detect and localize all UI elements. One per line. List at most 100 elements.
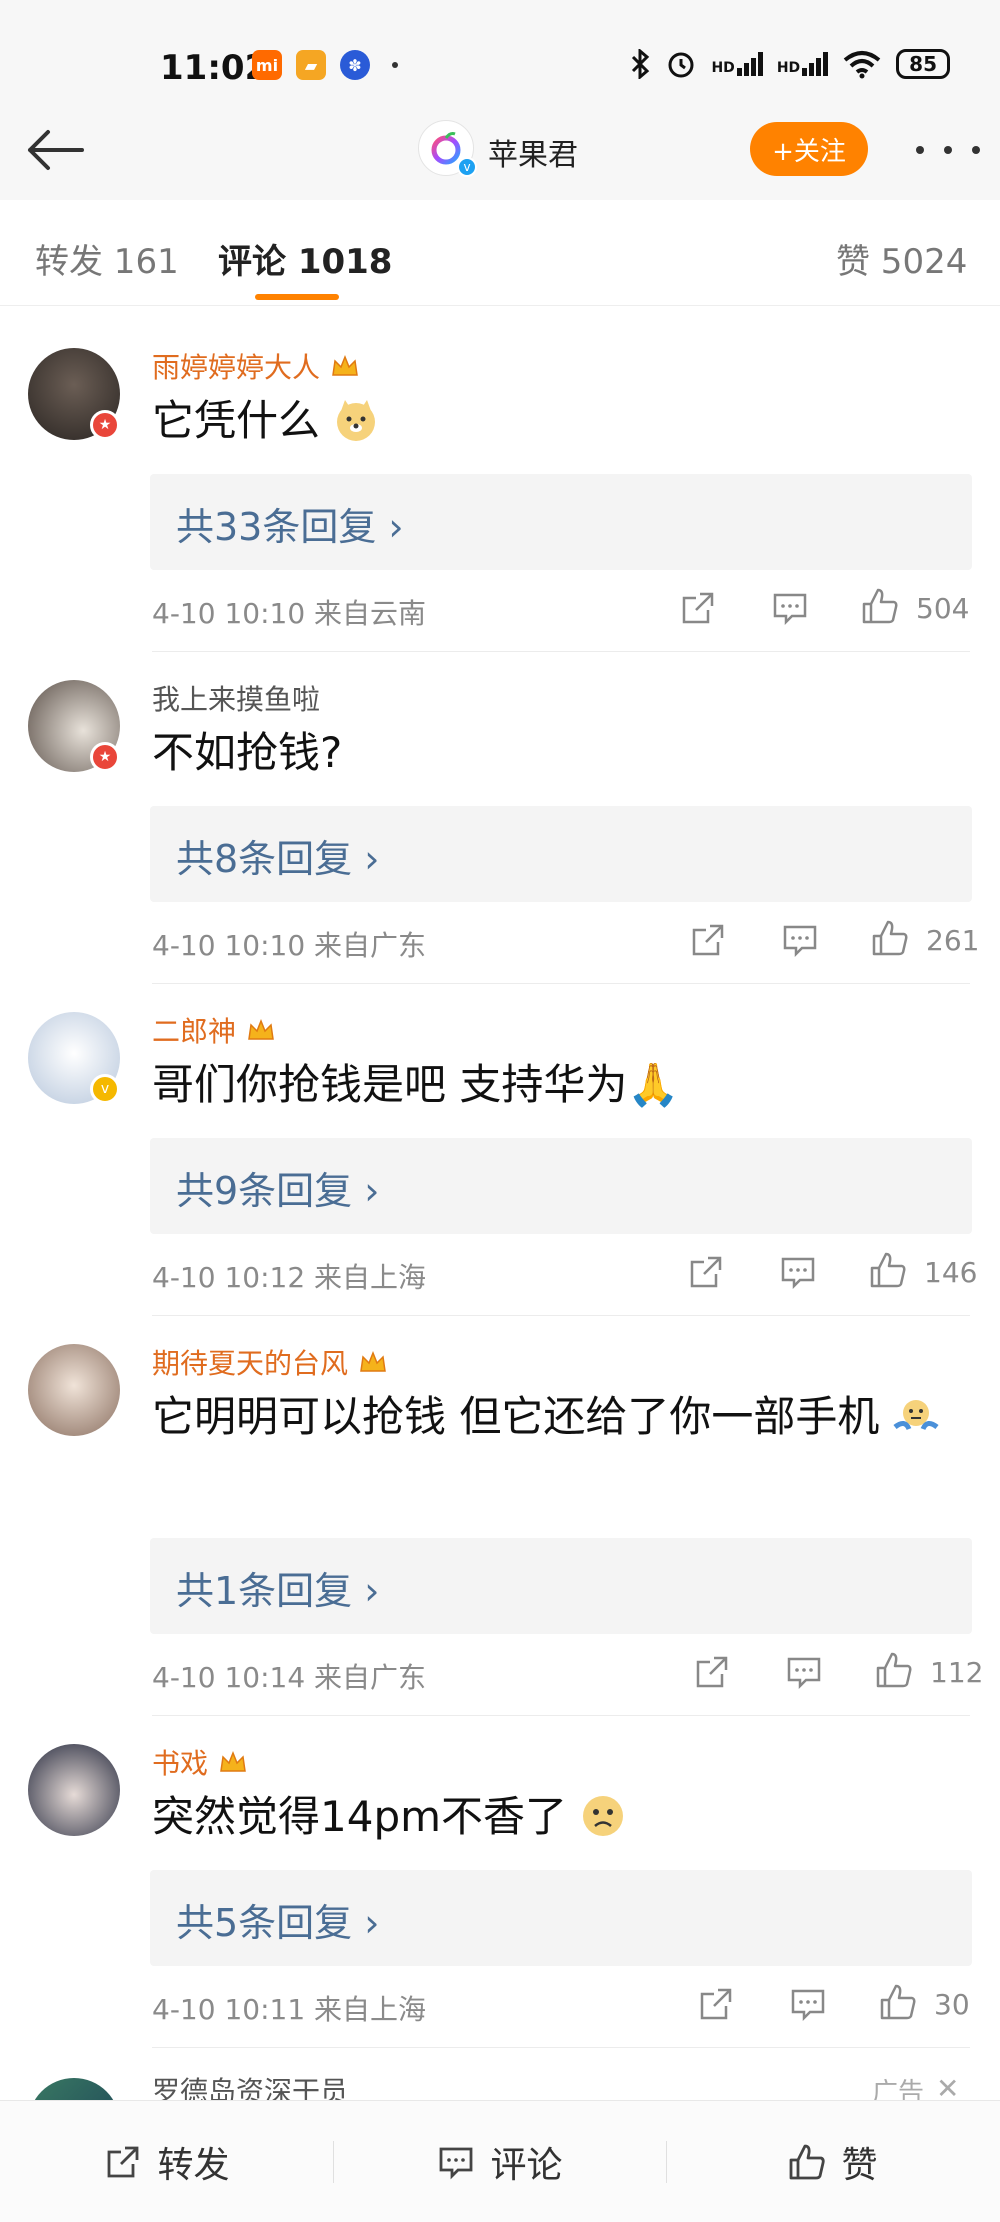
comment-author[interactable]: 期待夏天的台风 [152,1342,348,1382]
alarm-icon [668,52,694,78]
comment-icon[interactable] [780,920,820,960]
comment-icon[interactable] [784,1652,824,1692]
arrow-left-icon [28,130,84,170]
share-icon[interactable] [692,1652,732,1692]
comment-meta: 4-10 10:12 来自上海 [152,1261,427,1294]
battery-indicator: 85 [896,49,950,79]
comment-author[interactable]: 我上来摸鱼啦 [152,678,320,718]
comment-item: 期待夏天的台风 它明明可以抢钱 但它还给了你一部手机 共1条回复 › 4-10 … [0,1316,1000,1716]
view-replies-label: 共8条回复 › [176,837,380,881]
like-label: 赞 [841,2145,878,2186]
comment-icon[interactable] [770,588,810,628]
more-dot-icon [944,146,952,154]
follow-button[interactable]: +关注 [750,122,868,176]
signal-2-icon: HD [777,52,829,76]
baidu-app-icon: ✽ [340,50,370,80]
like-count: 261 [926,924,980,957]
like-icon[interactable] [878,1982,918,2022]
sad-emoji-icon [583,1796,624,1836]
like-button[interactable]: 赞 [666,2101,999,2222]
comment-author[interactable]: 书戏 [152,1742,208,1782]
status-system-icons: HD HD 85 [629,48,950,80]
share-icon[interactable] [686,1252,726,1292]
comment-icon[interactable] [778,1252,818,1292]
comment-item: ★ 我上来摸鱼啦 不如抢钱? 共8条回复 › 4-10 10:10 来自广东 2… [0,652,1000,984]
more-dot-icon [916,146,924,154]
like-count: 30 [934,1988,970,2021]
comment-meta: 4-10 10:10 来自广东 [152,929,427,962]
account-avatar[interactable]: v [418,120,477,177]
comment-text: 不如抢钱? [152,728,343,777]
vip-crown-icon [332,354,358,376]
comment-author[interactable]: 二郎神 [152,1010,236,1050]
comment-item: 书戏 突然觉得14pm不香了 共5条回复 › 4-10 10:11 来自上海 3… [0,1716,1000,2048]
member-badge-icon: ★ [90,410,120,440]
view-replies-label: 共33条回复 › [176,505,404,549]
view-replies-button[interactable]: 共5条回复 › [150,1870,972,1966]
share-icon[interactable] [696,1984,736,2024]
comment-text: 它明明可以抢钱 但它还给了你一部手机 [152,1386,962,1448]
like-count: 112 [930,1656,984,1689]
vip-crown-icon [360,1350,386,1372]
avatar[interactable] [28,1344,120,1436]
like-count: 146 [924,1256,978,1289]
bottom-action-bar: 转发 评论 赞 [0,2100,1000,2222]
view-replies-button[interactable]: 共33条回复 › [150,474,972,570]
more-options-button[interactable] [916,130,980,170]
vip-crown-icon [220,1750,246,1772]
view-replies-label: 共1条回复 › [176,1569,380,1613]
share-icon [108,2146,139,2178]
comment-icon [440,2147,473,2180]
comment-text: 它凭什么 [152,390,962,452]
comment-item: v 二郎神 哥们你抢钱是吧 支持华为🙏 共9条回复 › 4-10 10:12 来… [0,984,1000,1316]
active-tab-indicator [255,294,339,300]
mi-app-icon: mi [252,50,282,80]
signal-1-icon: HD [711,52,763,76]
view-replies-button[interactable]: 共9条回复 › [150,1138,972,1234]
member-badge-icon: ★ [90,742,120,772]
view-replies-button[interactable]: 共1条回复 › [150,1538,972,1634]
view-replies-label: 共5条回复 › [176,1901,380,1945]
like-icon [790,2144,826,2180]
comment-author[interactable]: 雨婷婷婷大人 [152,346,320,386]
divider [152,2047,970,2048]
comment-meta: 4-10 10:14 来自广东 [152,1661,427,1694]
tab-comment[interactable]: 评论 1018 [218,234,392,283]
tab-repost[interactable]: 转发 161 [35,234,179,283]
verified-badge-icon: v [457,157,477,177]
like-count: 504 [916,592,970,625]
comment-text: 哥们你抢钱是吧 支持华为🙏 [152,1060,680,1109]
tab-like[interactable]: 赞 5024 [836,234,967,283]
view-replies-label: 共9条回复 › [176,1169,380,1213]
repost-label: 转发 [157,2145,230,2186]
shrug-emoji-icon [893,1400,939,1431]
repost-button[interactable]: 转发 [0,2101,333,2222]
notes-app-icon: ▰ [296,50,326,80]
like-icon[interactable] [874,1650,914,1690]
vip-crown-icon [248,1018,274,1040]
avatar[interactable] [28,1744,120,1836]
header-bar: v 苹果君 +关注 [0,100,1000,200]
share-icon[interactable] [688,920,728,960]
verified-badge-icon: v [90,1074,120,1104]
account-name[interactable]: 苹果君 [488,130,578,174]
comment-icon[interactable] [788,1984,828,2024]
comment-label: 评论 [490,2145,563,2186]
bluetooth-icon [632,49,650,79]
more-notifications-dot [392,62,398,68]
more-dot-icon [972,146,980,154]
comment-item: ★ 雨婷婷婷大人 它凭什么 共33条回复 › 4-10 10:10 来自云南 5… [0,320,1000,652]
status-notification-icons: mi ▰ ✽ [252,50,398,80]
like-icon[interactable] [870,918,910,958]
like-icon[interactable] [868,1250,908,1290]
post-tabs: 转发 161 评论 1018 赞 5024 [0,200,1000,306]
comment-list: ★ 雨婷婷婷大人 它凭什么 共33条回复 › 4-10 10:10 来自云南 5… [0,320,1000,2048]
doge-emoji-icon [337,400,376,441]
like-icon[interactable] [860,586,900,626]
view-replies-button[interactable]: 共8条回复 › [150,806,972,902]
wifi-icon [843,51,881,79]
comment-button[interactable]: 评论 [333,2101,666,2222]
back-button[interactable] [22,118,86,182]
comment-text: 突然觉得14pm不香了 [152,1786,962,1848]
share-icon[interactable] [678,588,718,628]
